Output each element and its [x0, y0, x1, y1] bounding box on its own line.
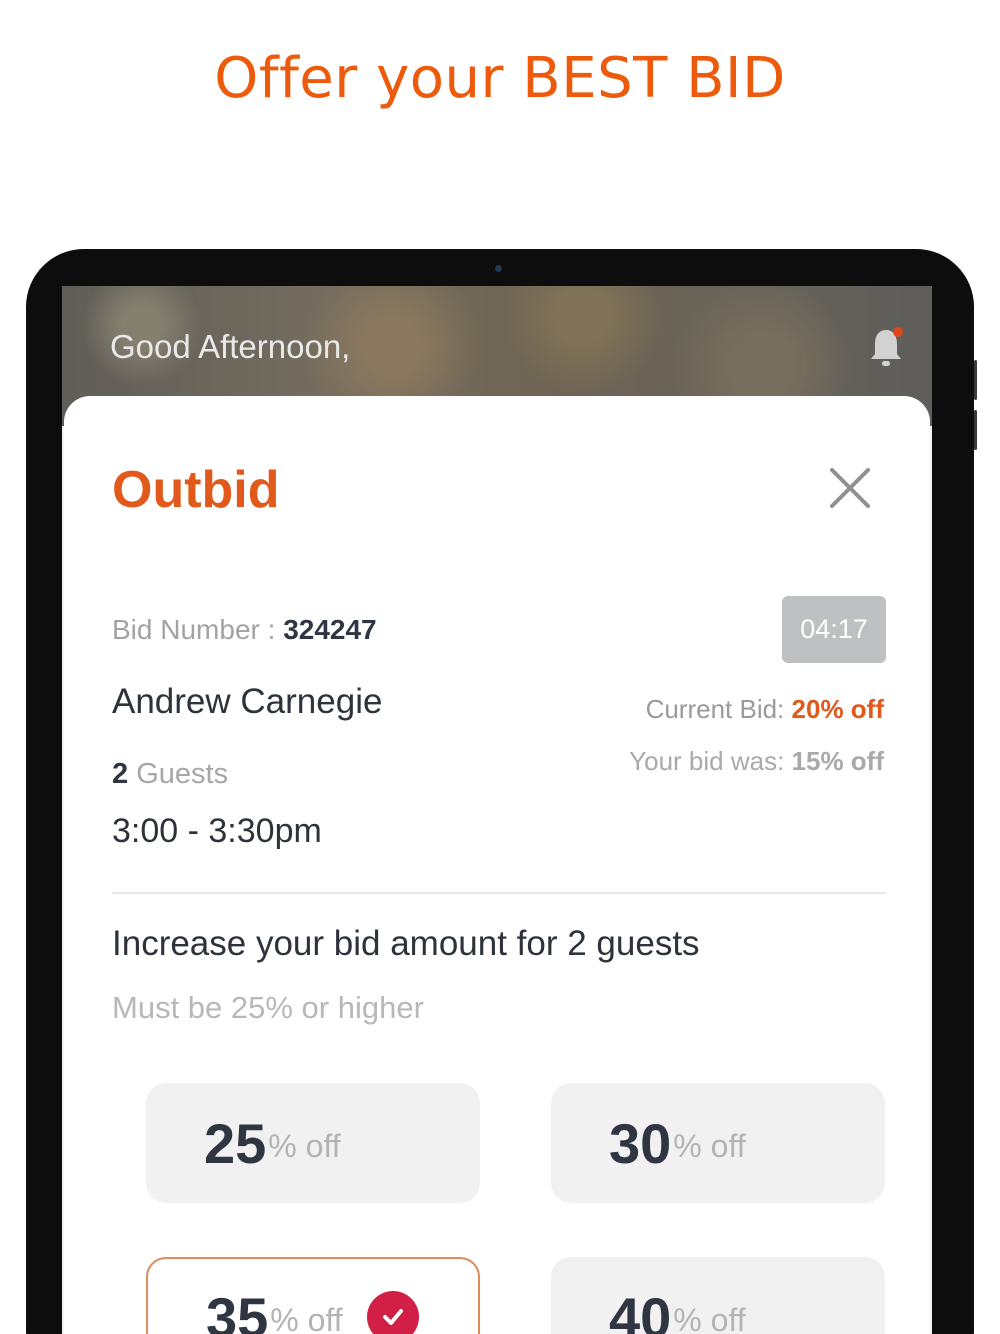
check-icon	[366, 1291, 419, 1334]
current-bid-value: 20% off	[791, 694, 884, 724]
bid-number-value: 324247	[283, 614, 377, 645]
greeting-text: Good Afternoon,	[110, 328, 351, 365]
customer-name: Andrew Carnegie	[112, 682, 383, 721]
minimum-bid-hint: Must be 25% or higher	[112, 990, 424, 1025]
countdown-timer: 04:17	[782, 596, 886, 663]
bid-option-35[interactable]: 35 % off	[146, 1257, 480, 1334]
bid-option-25[interactable]: 25 % off	[146, 1083, 480, 1203]
bid-option-suffix: % off	[270, 1301, 343, 1334]
increase-bid-prompt: Increase your bid amount for 2 guests	[112, 924, 700, 963]
volume-button	[974, 360, 977, 400]
guest-count-value: 2	[112, 758, 129, 790]
divider	[112, 892, 886, 894]
volume-button-2	[974, 410, 977, 450]
app-screen: Good Afternoon, Outbid Bid Number : 3242…	[62, 286, 932, 1334]
bid-option-value: 40	[609, 1285, 672, 1334]
current-bid-label: Current Bid:	[645, 694, 785, 724]
bid-option-suffix: % off	[673, 1301, 746, 1334]
promo-headline: Offer your BEST BID	[214, 46, 786, 111]
bid-option-value: 35	[206, 1285, 269, 1334]
time-slot: 3:00 - 3:30pm	[112, 812, 322, 850]
bid-number-label: Bid Number :	[112, 614, 276, 645]
guest-count: 2 Guests	[112, 758, 228, 791]
bid-option-suffix: % off	[268, 1127, 341, 1164]
bid-option-suffix: % off	[673, 1127, 746, 1164]
current-bid: Current Bid: 20% off	[646, 694, 884, 725]
modal-title: Outbid	[112, 461, 280, 519]
bell-icon[interactable]	[868, 326, 904, 370]
bid-option-40[interactable]: 40 % off	[551, 1257, 885, 1334]
close-icon[interactable]	[824, 462, 876, 514]
bid-option-value: 30	[609, 1111, 672, 1175]
bid-number: Bid Number : 324247	[112, 614, 377, 646]
bid-option-value: 25	[204, 1111, 267, 1175]
guest-count-label: Guests	[136, 758, 229, 790]
your-bid-label: Your bid was:	[629, 746, 785, 776]
outbid-modal: Outbid Bid Number : 324247 04:17 Andrew …	[64, 396, 930, 1334]
your-previous-bid: Your bid was: 15% off	[629, 746, 884, 777]
camera-dot	[495, 265, 502, 272]
your-bid-value: 15% off	[791, 746, 884, 776]
bid-option-30[interactable]: 30 % off	[551, 1083, 885, 1203]
